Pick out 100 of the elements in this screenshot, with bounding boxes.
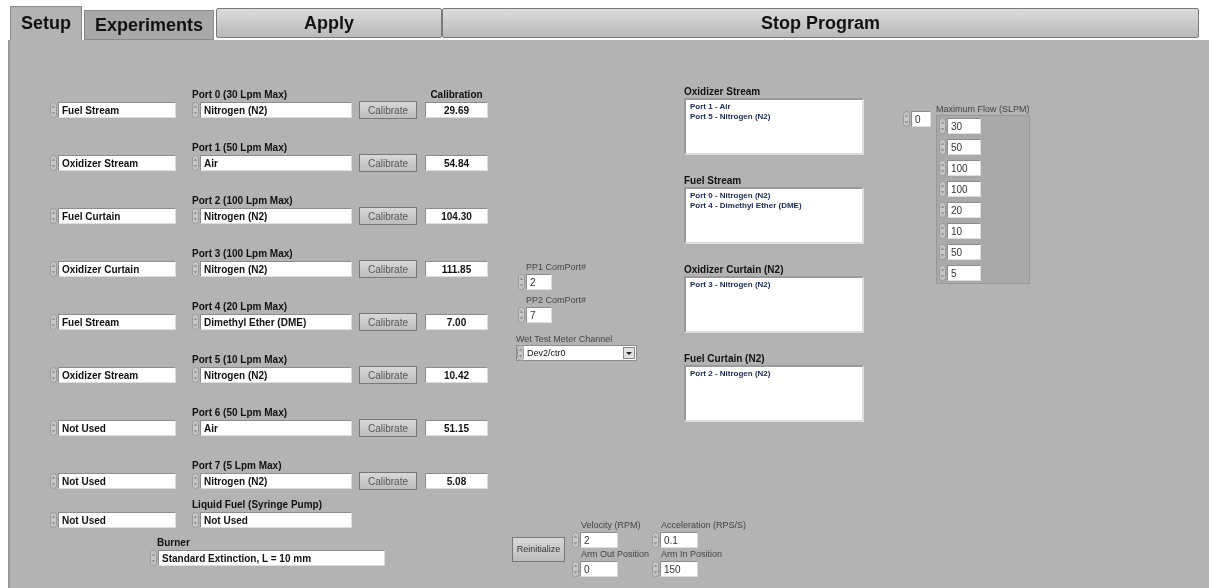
spin-buttons[interactable] [652,561,659,577]
spin-buttons[interactable] [192,420,199,436]
spin-buttons[interactable] [192,473,199,489]
stream-list-title: Oxidizer Curtain (N2) [684,264,784,276]
max-flow-field[interactable]: 5 [947,265,981,281]
stream-select[interactable]: Fuel Stream [58,314,176,330]
spin-buttons[interactable] [518,307,525,323]
gas-select[interactable]: Nitrogen (N2) [200,261,352,277]
list-item[interactable]: Port 4 - Dimethyl Ether (DME) [690,201,858,211]
spin-buttons[interactable] [50,261,57,277]
port-label: Port 4 (20 Lpm Max) [192,301,289,313]
comport-field[interactable]: 7 [526,307,552,323]
spin-buttons[interactable] [939,244,946,260]
max-flow-field[interactable]: 100 [947,160,981,176]
motor-field[interactable]: 2 [580,532,618,548]
max-flow-field[interactable]: 20 [947,202,981,218]
max-flow-field[interactable]: 50 [947,139,981,155]
array-index-field[interactable]: 0 [911,111,931,127]
spin-buttons[interactable] [939,160,946,176]
liquid-fuel-select[interactable]: Not Used [200,512,352,528]
calibrate-button[interactable]: Calibrate [359,313,417,331]
stream-select[interactable]: Not Used [58,473,176,489]
spin-buttons[interactable] [939,223,946,239]
spin-buttons[interactable] [50,473,57,489]
spin-buttons[interactable] [939,118,946,134]
gas-select[interactable]: Air [200,420,352,436]
spin-buttons[interactable] [50,208,57,224]
list-item[interactable]: Port 5 - Nitrogen (N2) [690,112,858,122]
stream-listbox[interactable]: Port 1 - Air Port 5 - Nitrogen (N2) [684,98,864,155]
spin-buttons[interactable] [939,139,946,155]
stream-select[interactable]: Not Used [58,512,176,528]
max-flow-field[interactable]: 50 [947,244,981,260]
gas-select[interactable]: Air [200,155,352,171]
motor-field[interactable]: 0 [580,561,618,577]
list-item[interactable]: Port 0 - Nitrogen (N2) [690,191,858,201]
apply-button[interactable]: Apply [216,8,443,38]
spin-buttons[interactable] [652,532,659,548]
tab[interactable]: Experiments [84,10,215,40]
spin-buttons[interactable] [903,111,910,127]
stream-select[interactable]: Not Used [58,420,176,436]
spin-buttons[interactable] [192,208,199,224]
calibrate-button[interactable]: Calibrate [359,419,417,437]
spin-buttons[interactable] [192,102,199,118]
comport-field[interactable]: 2 [526,274,552,290]
spin-buttons[interactable] [50,420,57,436]
stream-select[interactable]: Oxidizer Stream [58,367,176,383]
calibrate-button[interactable]: Calibrate [359,101,417,119]
port-label: Port 1 (50 Lpm Max) [192,142,289,154]
spin-buttons[interactable] [572,532,579,548]
spin-buttons[interactable] [192,512,199,528]
stream-select[interactable]: Fuel Curtain [58,208,176,224]
spin-buttons[interactable] [939,265,946,281]
spin-buttons[interactable] [192,314,199,330]
spin-buttons[interactable] [50,155,57,171]
burner-select[interactable]: Standard Extinction, L = 10 mm [158,550,385,566]
calibration-value: 51.15 [425,420,488,436]
spin-buttons[interactable] [572,561,579,577]
calibrate-button[interactable]: Calibrate [359,207,417,225]
stream-select[interactable]: Oxidizer Curtain [58,261,176,277]
gas-select[interactable]: Nitrogen (N2) [200,367,352,383]
port-label: Port 2 (100 Lpm Max) [192,195,294,207]
gas-select[interactable]: Nitrogen (N2) [200,102,352,118]
stop-program-button[interactable]: Stop Program [442,8,1200,38]
list-item[interactable]: Port 3 - Nitrogen (N2) [690,280,858,290]
spin-buttons[interactable] [518,274,525,290]
spin-buttons[interactable] [939,181,946,197]
spin-buttons[interactable] [192,261,199,277]
stream-listbox[interactable]: Port 0 - Nitrogen (N2) Port 4 - Dimethyl Ether (DME) [684,187,864,244]
spin-buttons[interactable] [150,550,157,566]
spin-buttons[interactable] [192,155,199,171]
calibrate-button[interactable]: Calibrate [359,260,417,278]
stream-select[interactable]: Fuel Stream [58,102,176,118]
max-flow-field[interactable]: 10 [947,223,981,239]
calibrate-button[interactable]: Calibrate [359,472,417,490]
wet-test-meter-label: Wet Test Meter Channel [516,334,614,345]
motor-field[interactable]: 0.1 [660,532,698,548]
gas-select[interactable]: Nitrogen (N2) [200,473,352,489]
max-flow-field[interactable]: 30 [947,118,981,134]
spin-buttons[interactable] [192,367,199,383]
stream-select[interactable]: Oxidizer Stream [58,155,176,171]
stream-listbox[interactable]: Port 2 - Nitrogen (N2) [684,365,864,422]
spin-buttons[interactable] [939,202,946,218]
max-flow-field[interactable]: 100 [947,181,981,197]
spin-buttons[interactable] [517,345,524,361]
spin-buttons[interactable] [50,512,57,528]
reinitialize-button[interactable]: Reinitialize [512,536,565,562]
calibrate-button[interactable]: Calibrate [359,154,417,172]
channel-dropdown[interactable]: Dev2/ctr0 [516,345,637,361]
gas-select[interactable]: Nitrogen (N2) [200,208,352,224]
stream-listbox[interactable]: Port 3 - Nitrogen (N2) [684,276,864,333]
spin-buttons[interactable] [50,102,57,118]
gas-select[interactable]: Dimethyl Ether (DME) [200,314,352,330]
tab[interactable]: Setup [10,6,82,40]
liquid-fuel-label: Liquid Fuel (Syringe Pump) [192,499,323,511]
list-item[interactable]: Port 1 - Air [690,102,858,112]
motor-field[interactable]: 150 [660,561,698,577]
list-item[interactable]: Port 2 - Nitrogen (N2) [690,369,858,379]
spin-buttons[interactable] [50,367,57,383]
spin-buttons[interactable] [50,314,57,330]
calibrate-button[interactable]: Calibrate [359,366,417,384]
